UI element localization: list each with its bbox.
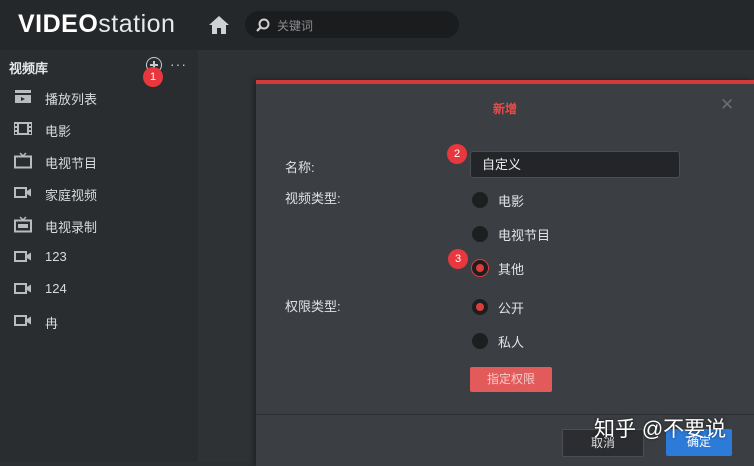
dialog-title: 新增 bbox=[492, 102, 517, 116]
sidebar-item-label: 124 bbox=[45, 281, 67, 296]
video-type-radio-tv-show[interactable] bbox=[472, 226, 488, 242]
step-badge-1: 1 bbox=[143, 67, 163, 87]
tv-rec-icon bbox=[14, 216, 32, 233]
tv-icon bbox=[14, 152, 32, 169]
new-library-dialog: 新增 ✕ 名称: 自定义 视频类型: 电影 电视节目 其他 权限类型: 公开 私… bbox=[256, 80, 754, 466]
app-logo: VIDEOstation bbox=[18, 10, 175, 39]
sidebar-item-124[interactable]: 124 bbox=[0, 274, 198, 304]
search-box[interactable] bbox=[245, 11, 459, 38]
video-type-label: 视频类型: bbox=[285, 191, 341, 206]
permission-type-label: 权限类型: bbox=[285, 299, 341, 314]
video-library-header: 视频库 bbox=[9, 61, 49, 76]
sidebar-item-label: 冉 bbox=[45, 316, 59, 331]
camera-icon bbox=[14, 283, 31, 294]
video-type-option-label: 其他 bbox=[498, 262, 525, 277]
name-label: 名称: bbox=[285, 160, 315, 175]
more-options-button[interactable]: ··· bbox=[170, 56, 187, 72]
logo-text-bold: VIDEO bbox=[18, 10, 99, 38]
video-type-option-label: 电影 bbox=[498, 194, 525, 209]
permission-option-label: 公开 bbox=[498, 301, 525, 316]
permission-radio-private[interactable] bbox=[472, 333, 488, 349]
search-icon bbox=[256, 18, 270, 32]
permission-option-label: 私人 bbox=[498, 335, 525, 350]
video-type-radio-movie[interactable] bbox=[472, 192, 488, 208]
sidebar-item-ran[interactable]: 冉 bbox=[0, 306, 198, 336]
camera-icon bbox=[14, 315, 31, 326]
home-icon[interactable] bbox=[208, 14, 230, 36]
video-type-option-label: 电视节目 bbox=[498, 228, 551, 243]
search-input[interactable] bbox=[275, 15, 449, 36]
sidebar-item-movie[interactable]: 电影 bbox=[0, 114, 198, 144]
camera-icon bbox=[14, 251, 31, 262]
playlist-icon bbox=[15, 90, 31, 103]
close-icon[interactable]: ✕ bbox=[720, 95, 734, 115]
sidebar-item-label: 播放列表 bbox=[45, 92, 98, 107]
logo-text-light: station bbox=[98, 10, 176, 38]
sidebar-item-label: 电影 bbox=[45, 124, 72, 139]
step-badge-3: 3 bbox=[448, 249, 468, 269]
sidebar-item-tv-show[interactable]: 电视节目 bbox=[0, 146, 198, 176]
sidebar-item-label: 电视节目 bbox=[45, 156, 98, 171]
assign-permission-button[interactable]: 指定权限 bbox=[470, 367, 552, 392]
permission-radio-public[interactable] bbox=[472, 299, 488, 315]
sidebar-item-label: 电视录制 bbox=[45, 220, 98, 235]
watermark: 知乎 @不要说 bbox=[594, 418, 727, 441]
sidebar-item-123[interactable]: 123 bbox=[0, 242, 198, 272]
sidebar-item-label: 家庭视频 bbox=[45, 188, 98, 203]
sidebar-item-playlist[interactable]: 播放列表 bbox=[0, 82, 198, 112]
camera-icon bbox=[14, 187, 31, 198]
video-type-radio-other[interactable] bbox=[472, 260, 488, 276]
film-icon bbox=[14, 122, 32, 135]
sidebar-item-tv-recording[interactable]: 电视录制 bbox=[0, 210, 198, 240]
step-badge-2: 2 bbox=[447, 144, 467, 164]
sidebar-item-home-video[interactable]: 家庭视频 bbox=[0, 178, 198, 208]
name-input[interactable]: 自定义 bbox=[470, 151, 680, 178]
sidebar-item-label: 123 bbox=[45, 249, 67, 264]
